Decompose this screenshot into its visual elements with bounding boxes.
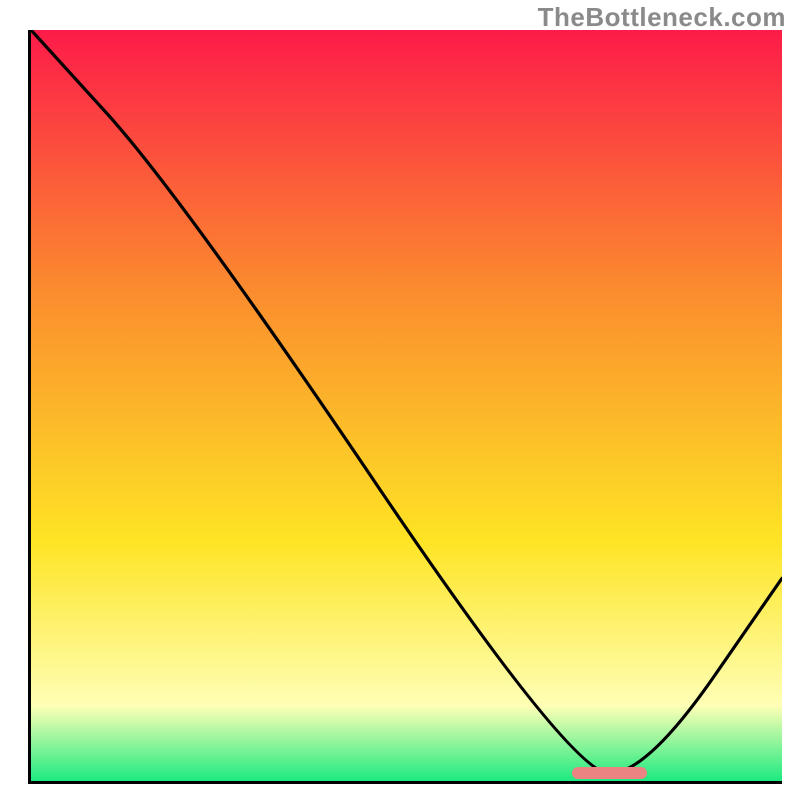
plot-svg xyxy=(31,30,782,781)
optimal-range-marker xyxy=(572,767,647,779)
attribution-text: TheBottleneck.com xyxy=(538,2,786,33)
gradient-background xyxy=(31,30,782,781)
plot-area xyxy=(28,30,782,784)
chart-frame: TheBottleneck.com xyxy=(0,0,800,800)
